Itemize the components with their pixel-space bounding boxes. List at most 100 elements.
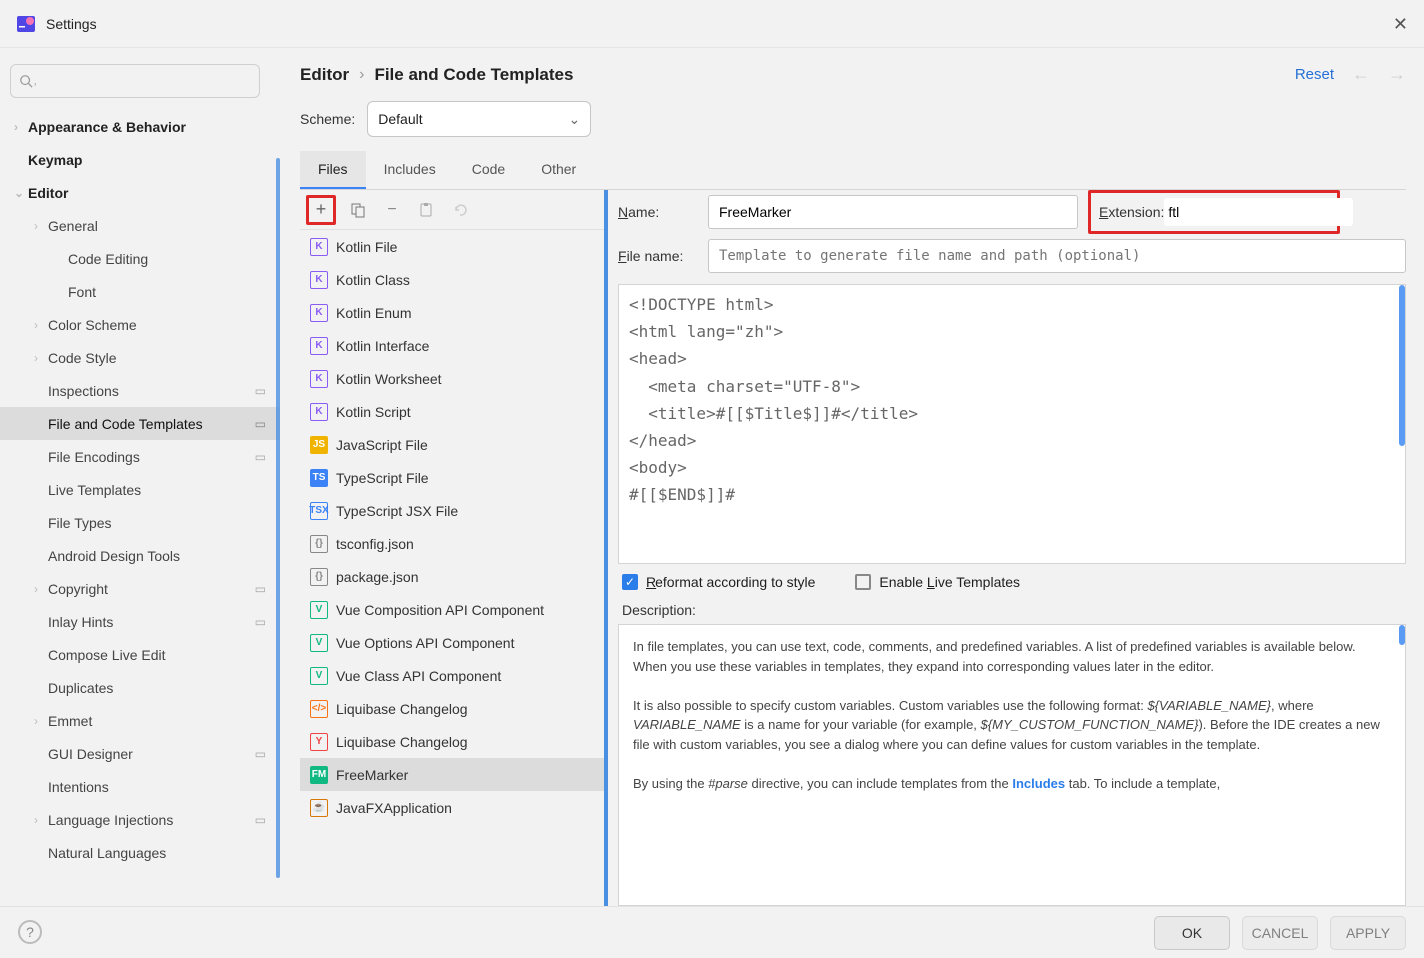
file-type-icon: TSX xyxy=(310,502,328,520)
sidebar-item[interactable]: File and Code Templates ▭ xyxy=(0,407,280,440)
sidebar-item[interactable]: Natural Languages xyxy=(0,836,280,869)
scheme-select[interactable]: Default ⌄ xyxy=(367,101,591,137)
name-field[interactable] xyxy=(708,195,1078,229)
template-row[interactable]: FMFreeMarker xyxy=(300,758,604,791)
sidebar-item-label: Color Scheme xyxy=(48,317,137,333)
sidebar-item[interactable]: Android Design Tools xyxy=(0,539,280,572)
template-row[interactable]: ☕JavaFXApplication xyxy=(300,791,604,824)
template-row[interactable]: KKotlin Enum xyxy=(300,296,604,329)
sidebar-item[interactable]: ›Language Injections▭ xyxy=(0,803,280,836)
caret-icon: › xyxy=(34,219,48,233)
sidebar-item[interactable]: Inspections▭ xyxy=(0,374,280,407)
file-type-icon: K xyxy=(310,403,328,421)
file-type-icon: K xyxy=(310,370,328,388)
nav-back-icon[interactable]: ← xyxy=(1352,64,1370,85)
remove-template-button[interactable]: − xyxy=(380,198,404,222)
template-row[interactable]: {}tsconfig.json xyxy=(300,527,604,560)
ok-button[interactable]: OK xyxy=(1154,916,1230,950)
sidebar-item[interactable]: ›General xyxy=(0,209,280,242)
project-scope-icon: ▭ xyxy=(255,417,266,431)
sidebar-item[interactable]: ›Emmet xyxy=(0,704,280,737)
includes-link[interactable]: Includes xyxy=(1012,776,1065,791)
sidebar-scrollbar[interactable] xyxy=(276,158,280,878)
sidebar-item-label: File and Code Templates xyxy=(48,416,203,432)
dialog-buttons: ? OK CANCEL APPLY xyxy=(0,906,1424,958)
tab-files[interactable]: Files xyxy=(300,151,366,189)
breadcrumb: Editor › File and Code Templates Reset ←… xyxy=(300,64,1406,85)
caret-icon: ⌄ xyxy=(14,186,28,200)
file-type-icon: K xyxy=(310,304,328,322)
sidebar-item[interactable]: Font xyxy=(0,275,280,308)
sidebar-item[interactable]: Duplicates xyxy=(0,671,280,704)
sidebar-item[interactable]: Live Templates xyxy=(0,473,280,506)
project-scope-icon: ▭ xyxy=(255,450,266,464)
nav-forward-icon[interactable]: → xyxy=(1388,64,1406,85)
template-row[interactable]: TSTypeScript File xyxy=(300,461,604,494)
file-type-icon: </> xyxy=(310,700,328,718)
live-templates-checkbox[interactable]: Enable Live Templates xyxy=(855,574,1020,590)
search-input[interactable]: ˒ xyxy=(10,64,260,98)
window-title: Settings xyxy=(46,16,97,32)
template-code-editor[interactable]: <!DOCTYPE html> <html lang="zh"> <head> … xyxy=(618,284,1406,564)
apply-button[interactable]: APPLY xyxy=(1330,916,1406,950)
tab-includes[interactable]: Includes xyxy=(366,151,454,189)
template-row[interactable]: V Vue Class API Component xyxy=(300,659,604,692)
sidebar-item-label: Keymap xyxy=(28,152,82,168)
editor-scrollbar[interactable] xyxy=(1399,285,1405,446)
sidebar: ˒ ›Appearance & Behavior Keymap ⌄Editor›Ge… xyxy=(0,48,280,906)
file-type-icon: V xyxy=(310,634,328,652)
template-row[interactable]: VVue Composition API Component xyxy=(300,593,604,626)
chevron-right-icon: › xyxy=(359,66,364,84)
template-row[interactable]: K Kotlin Script xyxy=(300,395,604,428)
file-type-icon: V xyxy=(310,667,328,685)
sidebar-item[interactable]: File Types xyxy=(0,506,280,539)
paste-template-button[interactable] xyxy=(414,198,438,222)
template-row[interactable]: JSJavaScript File xyxy=(300,428,604,461)
sidebar-item[interactable]: Keymap xyxy=(0,143,280,176)
sidebar-item[interactable]: GUI Designer▭ xyxy=(0,737,280,770)
sidebar-item[interactable]: Compose Live Edit xyxy=(0,638,280,671)
template-row[interactable]: K Kotlin Worksheet xyxy=(300,362,604,395)
template-label: Kotlin Script xyxy=(336,404,411,420)
project-scope-icon: ▭ xyxy=(255,813,266,827)
chevron-down-icon: ⌄ xyxy=(569,111,581,128)
caret-icon: › xyxy=(34,813,48,827)
template-row[interactable]: KKotlin Class xyxy=(300,263,604,296)
template-label: Vue Class API Component xyxy=(336,668,501,684)
sidebar-item[interactable]: ›Copyright▭ xyxy=(0,572,280,605)
template-row[interactable]: VVue Options API Component xyxy=(300,626,604,659)
sidebar-item[interactable]: File Encodings▭ xyxy=(0,440,280,473)
sidebar-item[interactable]: Inlay Hints▭ xyxy=(0,605,280,638)
crumb-editor: Editor xyxy=(300,65,349,85)
close-icon[interactable]: ✕ xyxy=(1393,14,1408,35)
help-icon[interactable]: ? xyxy=(18,920,42,944)
template-row[interactable]: KKotlin Interface xyxy=(300,329,604,362)
template-label: Kotlin Worksheet xyxy=(336,371,442,387)
filename-field[interactable] xyxy=(708,239,1406,273)
sidebar-item[interactable]: ›Code Style xyxy=(0,341,280,374)
add-template-button[interactable]: + xyxy=(306,195,336,225)
template-label: TypeScript File xyxy=(336,470,429,486)
sidebar-item[interactable]: ›Color Scheme xyxy=(0,308,280,341)
tab-code[interactable]: Code xyxy=(454,151,523,189)
extension-field[interactable] xyxy=(1164,198,1353,226)
undo-button[interactable] xyxy=(448,198,472,222)
filename-label: File name: xyxy=(618,248,698,264)
template-row[interactable]: </>Liquibase Changelog xyxy=(300,692,604,725)
template-row[interactable]: {}package.json xyxy=(300,560,604,593)
description-scrollbar[interactable] xyxy=(1399,625,1405,645)
file-type-icon: ☕ xyxy=(310,799,328,817)
cancel-button[interactable]: CANCEL xyxy=(1242,916,1318,950)
sidebar-item[interactable]: ⌄Editor xyxy=(0,176,280,209)
tab-other[interactable]: Other xyxy=(523,151,594,189)
template-row[interactable]: TSXTypeScript JSX File xyxy=(300,494,604,527)
sidebar-item[interactable]: ›Appearance & Behavior xyxy=(0,110,280,143)
template-row[interactable]: KKotlin File xyxy=(300,230,604,263)
copy-template-button[interactable] xyxy=(346,198,370,222)
sidebar-item[interactable]: Intentions xyxy=(0,770,280,803)
reset-link[interactable]: Reset xyxy=(1295,66,1334,83)
reformat-checkbox[interactable]: ✓ Reformat according to style xyxy=(622,574,815,590)
sidebar-item[interactable]: Code Editing xyxy=(0,242,280,275)
tabs: FilesIncludesCodeOther xyxy=(300,151,1406,190)
template-row[interactable]: YLiquibase Changelog xyxy=(300,725,604,758)
